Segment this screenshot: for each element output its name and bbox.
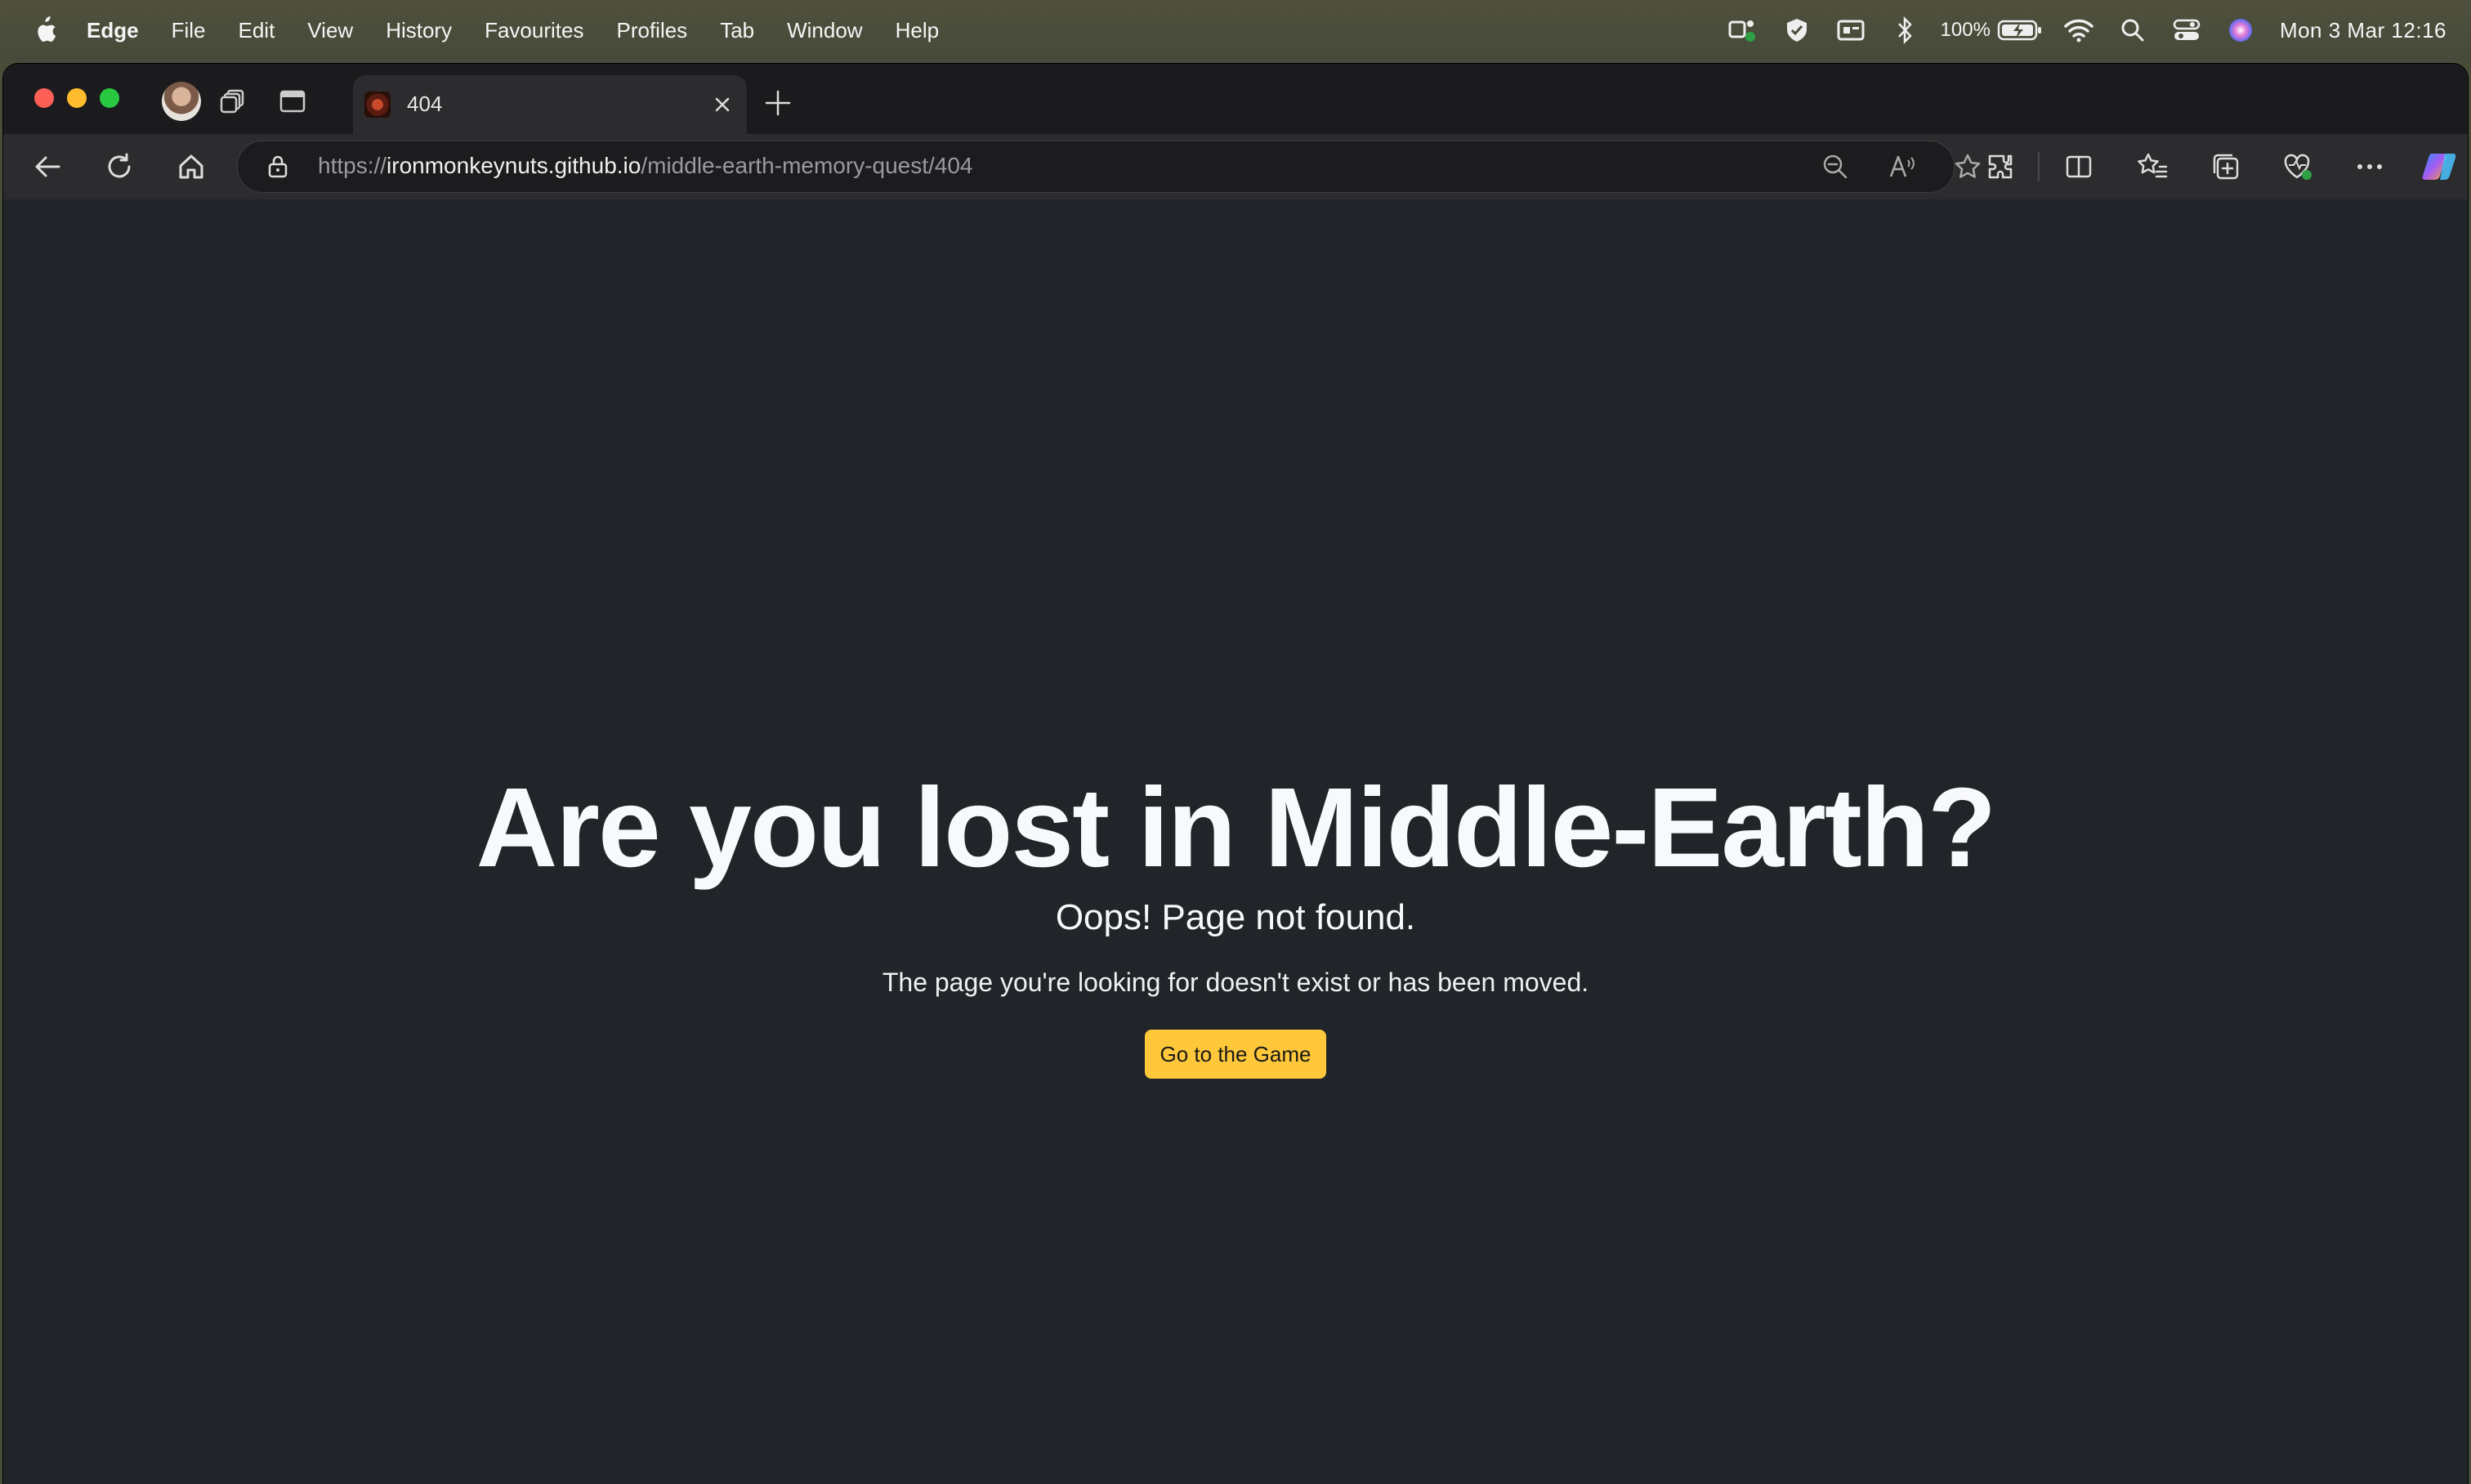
close-window-button[interactable] <box>34 88 54 108</box>
battery-charging-icon[interactable] <box>1997 12 2043 48</box>
page-subtitle: Oops! Page not found. <box>1055 897 1416 937</box>
tab-strip: 404 <box>3 64 2468 134</box>
site-favicon-icon <box>364 92 391 118</box>
menu-favourites[interactable]: Favourites <box>485 18 583 43</box>
teams-icon[interactable] <box>1725 12 1761 48</box>
page-message: The page you're looking for doesn't exis… <box>882 968 1589 997</box>
workspaces-icon[interactable] <box>216 83 252 119</box>
bluetooth-icon[interactable] <box>1887 12 1923 48</box>
menu-profiles[interactable]: Profiles <box>616 18 687 43</box>
macos-menu-bar: Edge File Edit View History Favourites P… <box>0 0 2471 60</box>
url-scheme: https:// <box>318 153 387 178</box>
maximize-window-button[interactable] <box>100 88 119 108</box>
go-to-game-button[interactable]: Go to the Game <box>1145 1030 1326 1079</box>
refresh-icon[interactable] <box>101 149 137 185</box>
battery-percentage: 100% <box>1940 19 1991 41</box>
toolbar-divider <box>2038 152 2040 181</box>
home-icon[interactable] <box>173 149 209 185</box>
extensions-icon[interactable] <box>1982 149 2018 185</box>
menu-history[interactable]: History <box>386 18 452 43</box>
favourite-star-icon[interactable] <box>1950 150 1985 184</box>
close-tab-icon[interactable] <box>709 92 735 118</box>
back-arrow-icon[interactable] <box>29 149 65 185</box>
browser-window: 404 https://ironmonkeynuts.github.io/mid… <box>3 64 2468 1484</box>
tab-title: 404 <box>407 92 443 116</box>
tab-active[interactable]: 404 <box>353 75 747 134</box>
tab-actions-icon[interactable] <box>275 83 311 119</box>
profile-avatar[interactable] <box>162 82 201 121</box>
new-tab-icon[interactable] <box>763 88 793 118</box>
read-aloud-icon[interactable] <box>1885 150 1919 184</box>
menu-bar-clock[interactable]: Mon 3 Mar 12:16 <box>2280 18 2446 43</box>
menu-view[interactable]: View <box>307 18 353 43</box>
menu-help[interactable]: Help <box>896 18 939 43</box>
apple-logo-icon[interactable] <box>31 16 57 45</box>
menu-file[interactable]: File <box>172 18 206 43</box>
minimize-window-button[interactable] <box>67 88 87 108</box>
favourites-list-icon[interactable] <box>2134 149 2170 185</box>
shield-check-icon[interactable] <box>1779 12 1815 48</box>
wifi-icon[interactable] <box>2061 12 2097 48</box>
menu-edit[interactable]: Edit <box>238 18 275 43</box>
url-host: ironmonkeynuts.github.io <box>387 153 641 178</box>
menu-window[interactable]: Window <box>787 18 862 43</box>
address-bar[interactable]: https://ironmonkeynuts.github.io/middle-… <box>237 141 1981 193</box>
lock-icon[interactable] <box>266 154 290 179</box>
url-text[interactable]: https://ironmonkeynuts.github.io/middle-… <box>318 153 973 179</box>
page-content: Are you lost in Middle-Earth? Oops! Page… <box>3 199 2468 1484</box>
more-options-icon[interactable] <box>2352 149 2388 185</box>
menu-app-name[interactable]: Edge <box>87 18 139 43</box>
copilot-icon[interactable] <box>2422 149 2458 185</box>
split-screen-icon[interactable] <box>2061 149 2097 185</box>
url-path: /middle-earth-memory-quest/404 <box>641 153 973 178</box>
browser-essentials-icon[interactable] <box>2280 149 2316 185</box>
menu-tab[interactable]: Tab <box>720 18 754 43</box>
display-icon[interactable] <box>1833 12 1869 48</box>
browser-toolbar: https://ironmonkeynuts.github.io/middle-… <box>3 134 2468 199</box>
control-center-icon[interactable] <box>2169 12 2205 48</box>
page-title: Are you lost in Middle-Earth? <box>476 765 1997 891</box>
spotlight-search-icon[interactable] <box>2115 12 2151 48</box>
zoom-out-icon[interactable] <box>1818 150 1852 184</box>
collections-icon[interactable] <box>2208 149 2244 185</box>
siri-icon[interactable] <box>2223 12 2259 48</box>
